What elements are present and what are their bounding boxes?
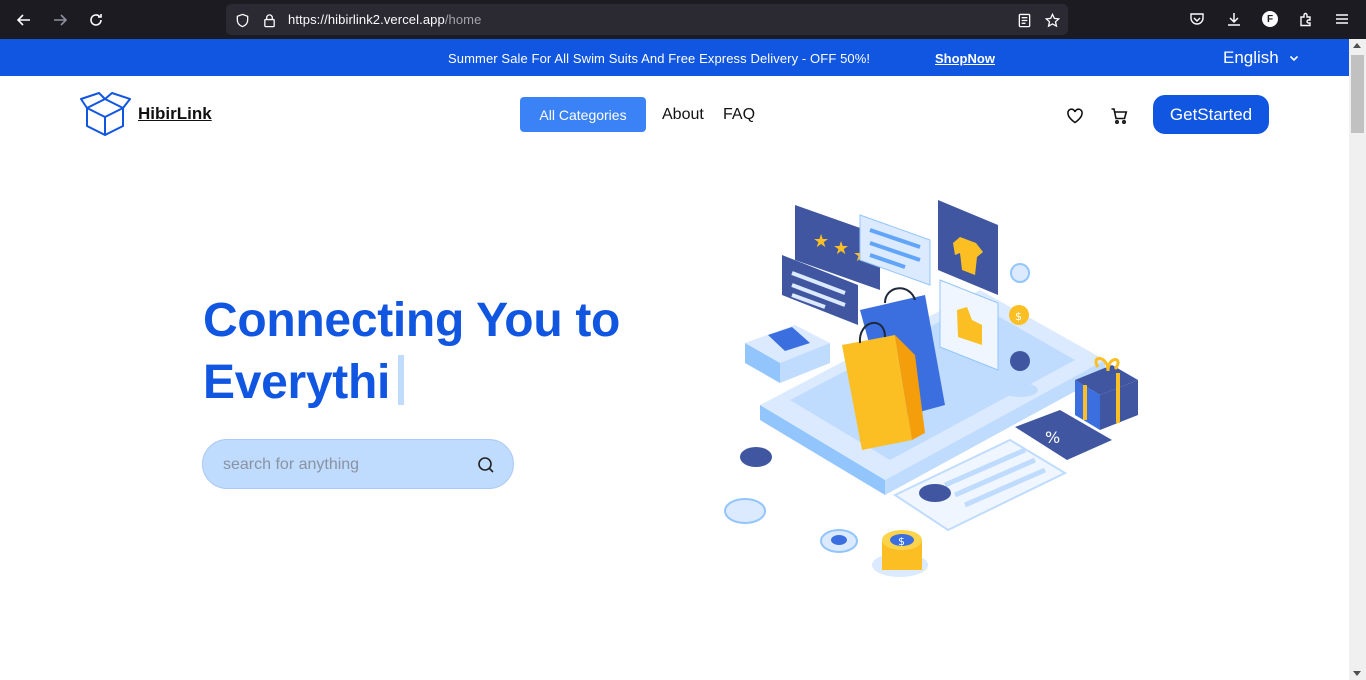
shopping-illustration: ★ ★ ★ $ % $ — [724, 200, 1138, 577]
pocket-icon[interactable] — [1186, 8, 1208, 30]
promo-text: Summer Sale For All Swim Suits And Free … — [448, 51, 871, 66]
language-select[interactable]: English — [1223, 48, 1299, 68]
lock-icon[interactable] — [260, 11, 278, 29]
heart-icon[interactable] — [1064, 105, 1086, 127]
page-scrollbar[interactable] — [1349, 39, 1366, 680]
search-input[interactable] — [223, 454, 463, 476]
typing-caret — [398, 355, 405, 406]
profile-initial: F — [1262, 11, 1278, 27]
reload-icon[interactable] — [83, 7, 109, 33]
back-icon[interactable] — [11, 7, 37, 33]
search-icon[interactable] — [476, 455, 496, 475]
reader-view-icon[interactable] — [1015, 11, 1033, 29]
svg-text:$: $ — [898, 535, 905, 548]
bookmark-star-icon[interactable] — [1043, 11, 1061, 29]
shop-now-link[interactable]: ShopNow — [935, 51, 995, 66]
address-bar[interactable]: https://hibirlink2.vercel.app/home — [226, 4, 1068, 35]
logo[interactable]: HibirLink — [80, 91, 212, 137]
all-categories-button[interactable]: All Categories — [520, 97, 646, 132]
svg-text:★: ★ — [833, 238, 849, 259]
search-bar — [202, 439, 514, 489]
browser-toolbar: https://hibirlink2.vercel.app/home F — [0, 0, 1366, 39]
extensions-icon[interactable] — [1295, 8, 1317, 30]
hero-title-line-2: Everythi — [203, 356, 391, 409]
svg-text:★: ★ — [813, 231, 829, 252]
nav-about-link[interactable]: About — [662, 106, 704, 124]
cart-icon[interactable] — [1108, 105, 1130, 127]
get-started-button[interactable]: GetStarted — [1153, 95, 1269, 134]
scroll-up-icon[interactable] — [1353, 43, 1361, 48]
site-header: HibirLink All Categories About FAQ GetSt… — [0, 76, 1349, 156]
logo-text: HibirLink — [138, 104, 212, 123]
svg-text:$: $ — [1015, 310, 1022, 323]
forward-icon[interactable] — [47, 7, 73, 33]
language-label: English — [1223, 48, 1279, 67]
url-text: https://hibirlink2.vercel.app/home — [288, 12, 482, 27]
svg-text:%: % — [1045, 428, 1060, 447]
download-icon[interactable] — [1223, 8, 1245, 30]
scroll-down-icon[interactable] — [1353, 671, 1361, 676]
chevron-down-icon — [1289, 55, 1298, 62]
shield-icon[interactable] — [233, 11, 251, 29]
box-logo-icon — [80, 92, 131, 136]
hero-title-line-1: Connecting You to — [203, 294, 621, 347]
nav-faq-link[interactable]: FAQ — [723, 106, 755, 124]
account-icon[interactable]: F — [1259, 8, 1281, 30]
scroll-thumb[interactable] — [1351, 55, 1364, 133]
promo-banner: Summer Sale For All Swim Suits And Free … — [0, 39, 1349, 76]
menu-icon[interactable] — [1331, 8, 1353, 30]
hero-title: Connecting You to Everythi — [203, 290, 620, 414]
